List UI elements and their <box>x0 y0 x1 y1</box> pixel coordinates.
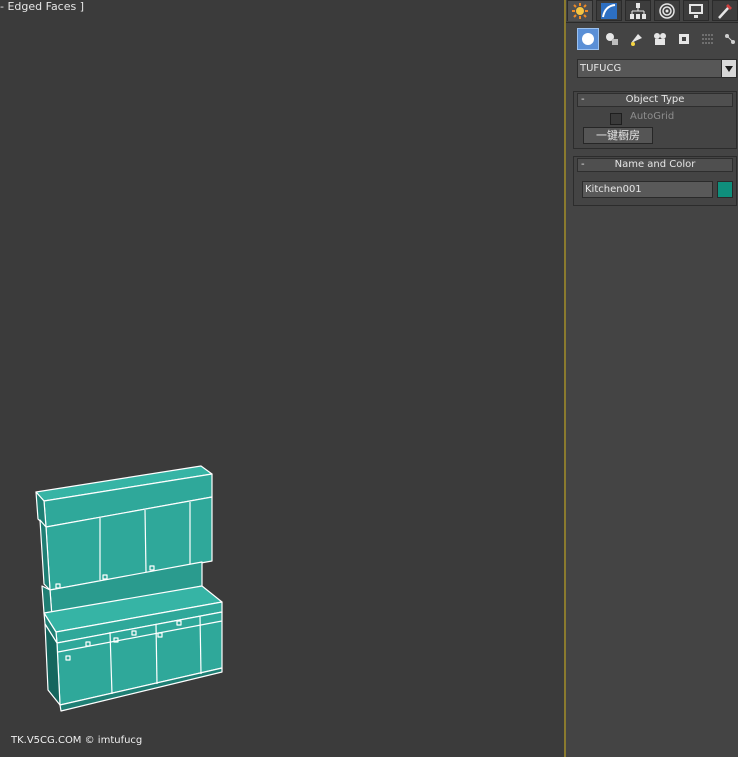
hierarchy-icon <box>630 2 646 19</box>
shapes-button[interactable] <box>601 28 623 50</box>
autogrid-label: AutoGrid <box>630 111 675 122</box>
chevron-down-icon[interactable] <box>721 60 736 77</box>
object-color-swatch[interactable] <box>717 181 733 198</box>
collapse-icon: - <box>581 159 585 170</box>
kitchen-cabinet-model[interactable] <box>0 0 564 757</box>
command-panel: TUFUCG - Object Type AutoGrid 一键橱房 - Nam… <box>566 0 738 757</box>
command-panel-tabs <box>566 0 738 23</box>
lights-icon <box>631 34 642 46</box>
collapse-icon: - <box>581 94 585 105</box>
systems-button[interactable] <box>719 28 738 50</box>
object-type-rollout: - Object Type AutoGrid 一键橱房 <box>573 91 737 149</box>
name-and-color-rollout-header[interactable]: - Name and Color <box>577 158 733 172</box>
modify-icon <box>601 2 617 19</box>
lights-button[interactable] <box>625 28 647 50</box>
cameras-icon <box>654 33 666 45</box>
create-icon <box>572 3 588 19</box>
category-dropdown-value: TUFUCG <box>580 63 622 74</box>
spacewarps-button[interactable] <box>697 28 719 50</box>
helpers-icon <box>679 34 689 44</box>
tab-modify[interactable] <box>596 0 622 21</box>
one-click-kitchen-button[interactable]: 一键橱房 <box>583 127 653 144</box>
autogrid-checkbox[interactable] <box>610 113 622 125</box>
object-name-field[interactable]: Kitchen001 <box>582 181 713 198</box>
spacewarps-icon <box>702 34 714 44</box>
motion-icon <box>659 2 675 19</box>
helpers-button[interactable] <box>673 28 695 50</box>
cameras-button[interactable] <box>649 28 671 50</box>
name-and-color-rollout: - Name and Color Kitchen001 <box>573 156 737 206</box>
tab-motion[interactable] <box>654 0 680 21</box>
object-type-rollout-header[interactable]: - Object Type <box>577 93 733 107</box>
create-category-buttons <box>566 28 738 52</box>
shapes-icon <box>606 33 618 45</box>
tab-create[interactable] <box>567 0 593 21</box>
display-icon <box>689 3 703 18</box>
tab-display[interactable] <box>683 0 709 21</box>
geometry-button[interactable] <box>577 28 599 50</box>
tab-utilities[interactable] <box>712 0 738 21</box>
utilities-icon <box>718 3 732 19</box>
watermark-text: TK.V5CG.COM © imtufucg <box>11 735 143 746</box>
systems-icon <box>725 34 735 44</box>
geometry-icon <box>582 33 594 45</box>
name-and-color-title: Name and Color <box>614 159 696 170</box>
object-type-title: Object Type <box>625 94 685 105</box>
tab-hierarchy[interactable] <box>625 0 651 21</box>
category-dropdown[interactable]: TUFUCG <box>577 59 737 78</box>
perspective-viewport[interactable]: - Edged Faces ] TK.V5CG.COM © imtufucg <box>0 0 564 757</box>
